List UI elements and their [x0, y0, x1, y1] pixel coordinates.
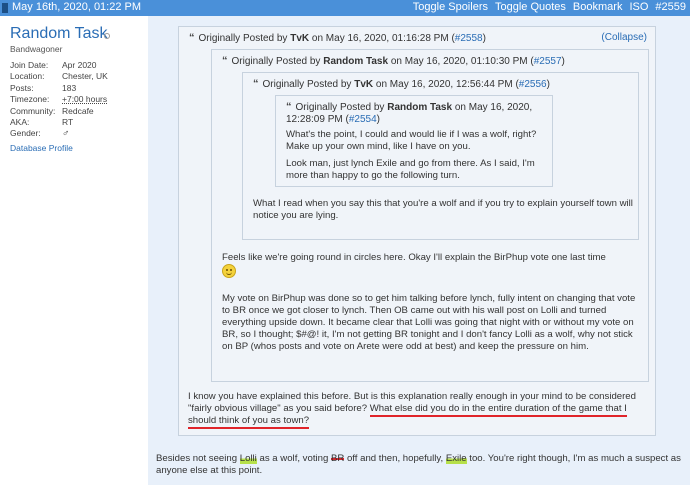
quote-block-4: “Originally Posted by Random Task on May… [275, 95, 553, 187]
posts-value: 183 [62, 82, 77, 93]
quote-4-paragraph-2: Look man, just lynch Exile and go from t… [286, 158, 535, 181]
quote-header-1: “Originally Posted by TvK on May 16, 202… [189, 32, 486, 44]
quote-4-paragraph-1: What's the point, I could and would lie … [286, 129, 537, 152]
quote-post-link[interactable]: #2556 [519, 79, 547, 90]
quote-3-paragraph: What I read when you say this that you'r… [253, 198, 633, 221]
post-actions: Toggle Spoilers Toggle Quotes Bookmark I… [413, 1, 686, 13]
user-title: Bandwagoner [10, 44, 63, 54]
toggle-quotes-link[interactable]: Toggle Quotes [495, 1, 566, 13]
reply-text: Besides not seeing Lolli as a wolf, voti… [156, 453, 681, 476]
quote-author: TvK [354, 79, 374, 90]
quote-mark-icon: “ [286, 101, 292, 113]
quote-post-link[interactable]: #2558 [455, 33, 483, 44]
timezone-label: Timezone: [10, 94, 50, 105]
gender-label: Gender: [10, 128, 41, 139]
quote-block-1: “Originally Posted by TvK on May 16, 202… [178, 26, 656, 436]
quote-post-link[interactable]: #2554 [349, 114, 377, 125]
post-header-bar: May 16th, 2020, 01:22 PM Toggle Spoilers… [0, 0, 690, 16]
database-profile-link[interactable]: Database Profile [10, 143, 73, 153]
community-label: Community: [10, 105, 56, 116]
gender-male-icon: ♂ [62, 128, 70, 140]
location-label: Location: [10, 71, 45, 82]
toggle-spoilers-link[interactable]: Toggle Spoilers [413, 1, 488, 13]
quote-header-4: “Originally Posted by Random Task on May… [286, 101, 533, 125]
highlight-br: BR [330, 453, 345, 464]
aka-value: RT [62, 116, 74, 127]
post-date: May 16th, 2020, 01:22 PM [12, 1, 142, 13]
posts-label: Posts: [10, 82, 34, 93]
user-panel: Random Task Bandwagoner Join Date: Apr 20… [0, 16, 148, 485]
quote-post-link[interactable]: #2557 [534, 56, 562, 67]
highlight-lolli: Lolli [239, 453, 257, 464]
join-date-value: Apr 2020 [62, 60, 97, 70]
quote-header-3: “Originally Posted by TvK on May 16, 202… [253, 78, 550, 90]
quote-block-3: “Originally Posted by TvK on May 16, 202… [242, 72, 639, 240]
timezone-value[interactable]: +7:00 hours [62, 94, 107, 105]
bookmark-link[interactable]: Bookmark [573, 1, 623, 13]
join-date-label: Join Date: [10, 60, 49, 70]
highlight-exile: Exile [445, 453, 467, 464]
user-info: Join Date: Apr 2020 Location: Chester, UK … [10, 60, 145, 140]
quote-block-2: “Originally Posted by Random Task on May… [211, 49, 649, 382]
post-flag-icon [2, 3, 8, 13]
quote-mark-icon: “ [222, 55, 228, 67]
smile-emoji-icon [222, 264, 236, 278]
username-link[interactable]: Random Task [10, 25, 108, 43]
quote-mark-icon: “ [253, 78, 259, 90]
community-value: Redcafe [62, 105, 94, 116]
collapse-button[interactable]: (Collapse) [601, 32, 647, 43]
quote-author: TvK [290, 33, 310, 44]
quote-author: Random Task [323, 56, 389, 67]
iso-link[interactable]: ISO [629, 1, 648, 13]
quote-2-paragraph-1: Feels like we're going round in circles … [222, 252, 642, 278]
quote-author: Random Task [387, 102, 453, 113]
aka-label: AKA: [10, 116, 30, 127]
post-number-link[interactable]: #2559 [655, 1, 686, 13]
quote-2-paragraph-2: My vote on BirPhup was done so to get hi… [222, 293, 636, 352]
quote-1-paragraph: I know you have explained this before. B… [188, 391, 652, 429]
online-status-icon [104, 33, 110, 39]
quote-mark-icon: “ [189, 32, 195, 44]
location-value: Chester, UK [62, 71, 108, 82]
post-body: “Originally Posted by TvK on May 16, 202… [148, 16, 690, 485]
quote-header-2: “Originally Posted by Random Task on May… [222, 55, 565, 67]
